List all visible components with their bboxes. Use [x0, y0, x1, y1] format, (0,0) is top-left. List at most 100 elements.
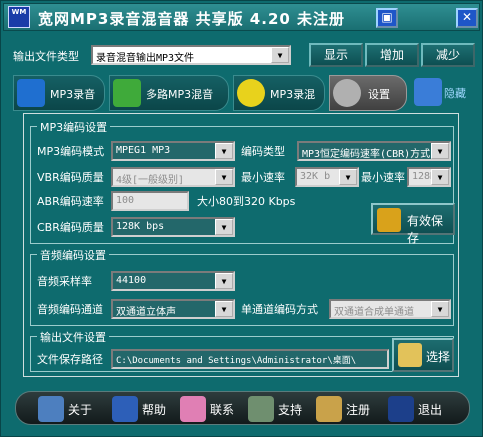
- contact-button[interactable]: 联系: [180, 396, 246, 422]
- chevron-down-icon: ▼: [431, 169, 449, 185]
- register-icon: [316, 396, 342, 422]
- output-file-group: 输出文件设置 文件保存路径 C:\Documents and Settings\…: [30, 329, 454, 372]
- sample-rate-label: 音频采样率: [37, 275, 92, 288]
- mp3-mode-select[interactable]: MPEG1 MP3 ▼: [111, 141, 235, 161]
- min-rate-select[interactable]: 32K b ▼: [295, 167, 359, 187]
- contact-icon: [180, 396, 206, 422]
- tab-label: MP3录混: [270, 88, 316, 101]
- abr-rate-value: 100: [116, 195, 135, 206]
- channel-value: 双通道立体声: [116, 307, 176, 318]
- bottom-bar: 关于 帮助 联系 支持 注册 退出: [15, 391, 470, 425]
- tab-label: 隐藏: [444, 87, 466, 100]
- chevron-down-icon: ▼: [215, 169, 233, 185]
- abr-rate-input[interactable]: 100: [111, 191, 189, 211]
- about-button[interactable]: 关于: [38, 396, 104, 422]
- save-path-input[interactable]: C:\Documents and Settings\Administrator\…: [111, 349, 389, 369]
- about-icon: [38, 396, 64, 422]
- cbr-quality-select[interactable]: 128K bps ▼: [111, 217, 235, 237]
- hide-window-icon: [414, 78, 442, 106]
- save-button[interactable]: 有效保存: [371, 203, 455, 245]
- browse-label: 选择: [426, 350, 451, 364]
- group-title: 输出文件设置: [37, 329, 109, 345]
- mono-mode-label: 单通道编码方式: [241, 303, 318, 316]
- encode-type-select[interactable]: MP3恒定编码速率(CBR)方式 ▼: [297, 141, 451, 161]
- restore-button[interactable]: ▣: [376, 8, 398, 28]
- chevron-down-icon: ▼: [271, 47, 289, 63]
- exit-icon: [388, 396, 414, 422]
- chevron-down-icon: ▼: [339, 169, 357, 185]
- window-title: 宽网MP3录音混音器 共享版 4.20 未注册: [38, 10, 346, 28]
- chevron-down-icon: ▼: [215, 143, 233, 159]
- mono-mode-select[interactable]: 双通道合成单通道 ▼: [329, 299, 451, 319]
- mono-mode-value: 双通道合成单通道: [334, 307, 414, 318]
- vbr-quality-value: 4级[一般级别]: [116, 175, 185, 186]
- max-rate-label: 最小速率: [361, 171, 405, 184]
- sample-rate-value: 44100: [116, 275, 147, 286]
- smiley-icon: [237, 79, 265, 107]
- help-button[interactable]: 帮助: [112, 396, 178, 422]
- chevron-down-icon: ▼: [215, 273, 233, 289]
- save-label: 有效保存: [407, 214, 444, 245]
- encode-type-label: 编码类型: [241, 145, 285, 158]
- mp3-mode-label: MP3编码模式: [37, 145, 105, 158]
- reduce-button[interactable]: 减少: [421, 43, 475, 67]
- tab-mp3-record-mix[interactable]: MP3录混: [233, 75, 325, 111]
- register-button[interactable]: 注册: [316, 396, 382, 422]
- group-title: MP3编码设置: [37, 119, 111, 135]
- vbr-quality-select[interactable]: 4级[一般级别] ▼: [111, 167, 235, 187]
- group-title: 音频编码设置: [37, 247, 109, 263]
- tab-label: 多路MP3混音: [146, 88, 214, 101]
- channel-label: 音频编码通道: [37, 303, 103, 316]
- exit-button[interactable]: 退出: [388, 396, 454, 422]
- mp3-encoding-group: MP3编码设置 MP3编码模式 MPEG1 MP3 ▼ 编码类型 MP3恒定编码…: [30, 119, 455, 245]
- max-rate-select[interactable]: 128K ▼: [407, 167, 451, 187]
- tab-label: 设置: [368, 88, 390, 101]
- output-type-select[interactable]: 录音混音输出MP3文件 ▼: [91, 45, 291, 65]
- app-window: WM 宽网MP3录音混音器 共享版 4.20 未注册 ▣ ✕ 输出文件类型 录音…: [0, 0, 483, 437]
- encode-type-value: MP3恒定编码速率(CBR)方式: [302, 149, 431, 160]
- tab-hide[interactable]: 隐藏: [411, 75, 471, 111]
- save-disk-icon: [377, 208, 401, 232]
- abr-rate-label: ABR编码速率: [37, 195, 104, 208]
- show-button[interactable]: 显示: [309, 43, 363, 67]
- mp3-record-icon: [17, 79, 45, 107]
- chevron-down-icon: ▼: [215, 301, 233, 317]
- browse-button[interactable]: 选择: [392, 338, 454, 372]
- save-path-value: C:\Documents and Settings\Administrator\…: [116, 356, 357, 366]
- tab-label: MP3录音: [50, 88, 96, 101]
- tab-settings[interactable]: 设置: [329, 75, 407, 111]
- cbr-quality-value: 128K bps: [116, 221, 165, 232]
- gear-icon: [333, 79, 361, 107]
- add-button[interactable]: 增加: [365, 43, 419, 67]
- tab-multi-mix[interactable]: 多路MP3混音: [109, 75, 229, 111]
- chevron-down-icon: ▼: [431, 143, 449, 159]
- audio-encoding-group: 音频编码设置 音频采样率 44100 ▼ 音频编码通道 双通道立体声 ▼ 单通道…: [30, 247, 454, 326]
- settings-panel: MP3编码设置 MP3编码模式 MPEG1 MP3 ▼ 编码类型 MP3恒定编码…: [23, 113, 459, 377]
- vbr-quality-label: VBR编码质量: [37, 171, 104, 184]
- tab-mp3-record[interactable]: MP3录音: [13, 75, 105, 111]
- output-type-value: 录音混音输出MP3文件: [96, 53, 195, 64]
- tab-bar: MP3录音 多路MP3混音 MP3录混 设置 隐藏: [13, 75, 473, 113]
- cbr-quality-label: CBR编码质量: [37, 221, 104, 234]
- support-button[interactable]: 支持: [248, 396, 314, 422]
- save-path-label: 文件保存路径: [37, 353, 103, 366]
- chevron-down-icon: ▼: [215, 219, 233, 235]
- help-label: 帮助: [142, 403, 167, 417]
- output-type-label: 输出文件类型: [13, 50, 79, 63]
- min-rate-label: 最小速率: [241, 171, 285, 184]
- sample-rate-select[interactable]: 44100 ▼: [111, 271, 235, 291]
- exit-label: 退出: [418, 403, 443, 417]
- min-rate-value: 32K b: [300, 171, 331, 182]
- about-label: 关于: [68, 403, 93, 417]
- folder-icon: [398, 343, 422, 367]
- close-button[interactable]: ✕: [456, 8, 478, 28]
- support-icon: [248, 396, 274, 422]
- help-icon: [112, 396, 138, 422]
- register-label: 注册: [346, 403, 371, 417]
- abr-range-note: 大小80到320 Kbps: [197, 195, 296, 208]
- mp3-mode-value: MPEG1 MP3: [116, 145, 171, 156]
- title-bar[interactable]: WM 宽网MP3录音混音器 共享版 4.20 未注册 ▣ ✕: [3, 3, 480, 31]
- app-logo-icon: WM: [8, 6, 30, 28]
- multi-mix-icon: [113, 79, 141, 107]
- channel-select[interactable]: 双通道立体声 ▼: [111, 299, 235, 319]
